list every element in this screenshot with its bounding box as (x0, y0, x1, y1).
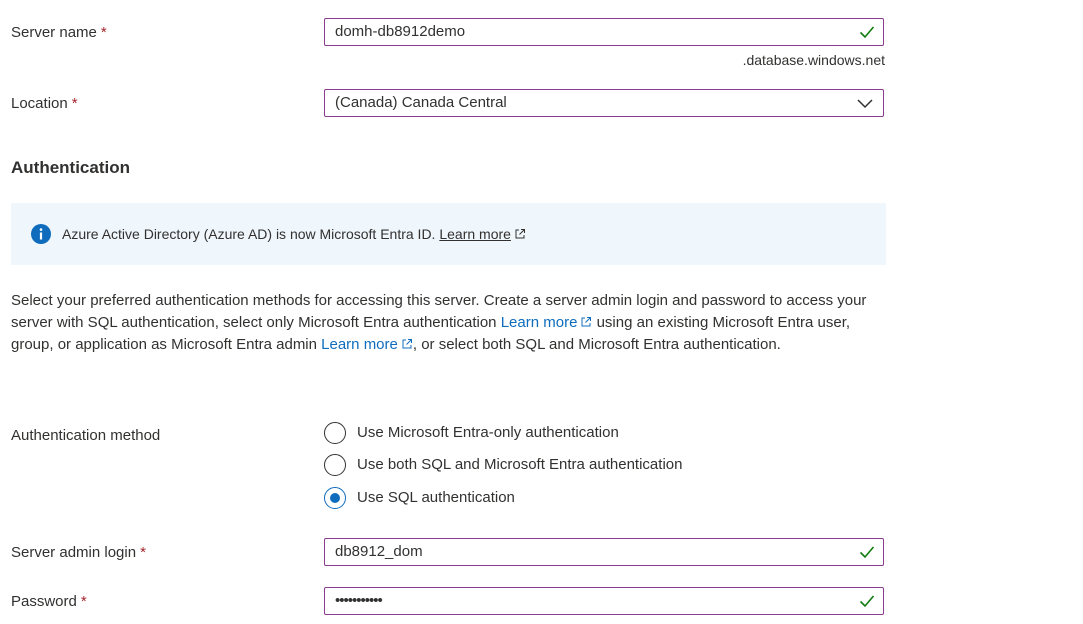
authentication-heading: Authentication (11, 158, 130, 177)
required-asterisk: * (140, 544, 146, 561)
entra-auth-learn-more-link[interactable]: Learn more (501, 314, 578, 331)
server-name-label: Server name * (11, 24, 107, 41)
entra-admin-learn-more-link[interactable]: Learn more (321, 336, 398, 353)
info-learn-more-link[interactable]: Learn more (439, 226, 511, 242)
server-name-value: domh-db8912demo (335, 23, 466, 40)
required-asterisk: * (71, 95, 78, 112)
auth-method-label: Authentication method (11, 427, 161, 444)
radio-label: Use SQL authentication (357, 489, 515, 506)
checkmark-icon (859, 595, 875, 608)
info-banner: Azure Active Directory (Azure AD) is now… (11, 203, 886, 265)
chevron-down-icon (857, 99, 873, 109)
auth-description: Select your preferred authentication met… (11, 292, 867, 353)
checkmark-icon (859, 26, 875, 39)
radio-label: Use both SQL and Microsoft Entra authent… (357, 456, 683, 473)
location-dropdown[interactable]: (Canada) Canada Central (324, 89, 884, 117)
password-input[interactable]: ••••••••••• (324, 587, 884, 615)
server-domain-suffix: .database.windows.net (742, 52, 885, 68)
admin-login-input[interactable]: db8912_dom (324, 538, 884, 566)
password-value: ••••••••••• (335, 592, 383, 609)
external-link-icon (402, 339, 412, 349)
radio-button[interactable] (324, 454, 346, 476)
external-link-icon (581, 317, 592, 327)
external-link-icon (515, 229, 525, 239)
required-asterisk: * (80, 593, 87, 610)
admin-login-value: db8912_dom (335, 543, 423, 560)
server-name-input[interactable]: domh-db8912demo (324, 18, 884, 46)
radio-button[interactable] (324, 422, 346, 444)
checkmark-icon (859, 546, 875, 559)
info-icon (31, 224, 51, 244)
admin-login-label: Server admin login * (11, 544, 146, 561)
location-value: (Canada) Canada Central (335, 94, 507, 111)
info-banner-text: Azure Active Directory (Azure AD) is now… (62, 224, 526, 244)
radio-label: Use Microsoft Entra-only authentication (357, 424, 619, 441)
password-label: Password * (11, 593, 87, 610)
location-label: Location * (11, 95, 78, 112)
radio-button-selected[interactable] (324, 487, 346, 509)
required-asterisk: * (100, 24, 107, 41)
